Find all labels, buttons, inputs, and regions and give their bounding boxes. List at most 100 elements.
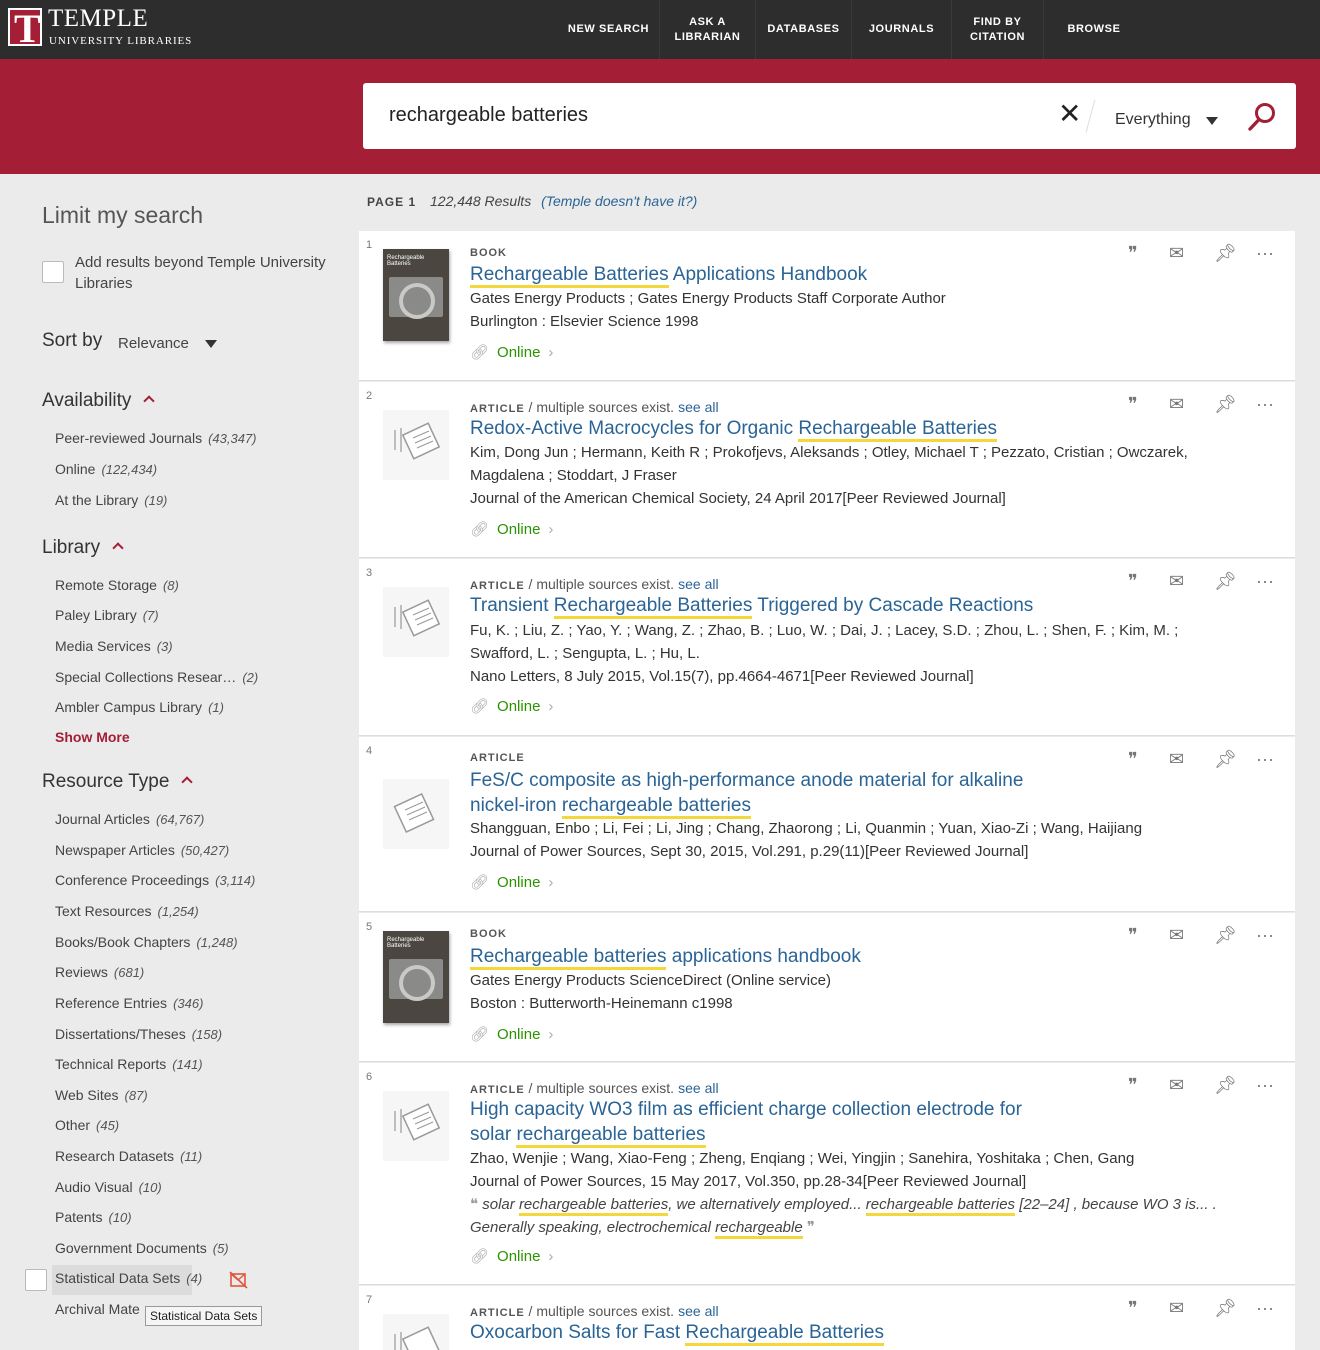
sort-select[interactable]: Relevance [118, 335, 189, 352]
facet-item[interactable]: Patents (10) [55, 1209, 132, 1225]
facet-item[interactable]: Remote Storage (8) [55, 577, 179, 593]
online-link[interactable]: 🔗︎ Online › [470, 343, 553, 361]
facet-item[interactable]: Other (45) [55, 1117, 119, 1133]
envelope-icon[interactable]: ✉ [1169, 243, 1184, 263]
pin-icon[interactable]: 📌︎ [1214, 749, 1237, 769]
facet-item[interactable]: Online (122,434) [55, 461, 157, 477]
nav-ask-a-librarian[interactable]: ASK A LIBRARIAN [660, 0, 756, 59]
see-all-link[interactable]: see all [678, 576, 718, 592]
facet-item[interactable]: At the Library (19) [55, 492, 167, 508]
result-title[interactable]: Transient Rechargeable Batteries Trigger… [470, 593, 1230, 619]
see-all-link[interactable]: see all [678, 1303, 718, 1319]
online-link[interactable]: 🔗︎ Online › [470, 520, 553, 538]
online-link[interactable]: 🔗︎ Online › [470, 697, 553, 715]
facet-item[interactable]: Special Collections Resear… (2) [55, 669, 258, 685]
pin-icon[interactable]: 📌︎ [1214, 1298, 1237, 1318]
online-link[interactable]: 🔗︎ Online › [470, 873, 553, 891]
facet-item[interactable]: Conference Proceedings (3,114) [55, 872, 255, 888]
facet-item[interactable]: Books/Book Chapters (1,248) [55, 934, 238, 950]
online-link[interactable]: 🔗︎ Online › [470, 1247, 553, 1265]
book-cover[interactable]: Rechargeable Batteries [383, 931, 449, 1023]
chevron-up-icon[interactable] [143, 395, 156, 407]
beyond-label[interactable]: Add results beyond Temple University Lib… [75, 252, 345, 294]
quote-icon[interactable]: ❞ [1128, 749, 1138, 769]
nav-databases[interactable]: DATABASES [756, 0, 852, 59]
online-link[interactable]: 🔗︎ Online › [470, 1025, 553, 1043]
more-icon[interactable]: ··· [1256, 925, 1274, 945]
temple-doesnt-have-it-link[interactable]: (Temple doesn't have it?) [541, 193, 697, 209]
result-title[interactable]: High capacity WO3 film as efficient char… [470, 1097, 1030, 1148]
facet-item[interactable]: Reviews (681) [55, 964, 144, 980]
pin-icon[interactable]: 📌︎ [1214, 243, 1237, 263]
facet-item[interactable]: Statistical Data Sets (4) [55, 1270, 202, 1286]
more-icon[interactable]: ··· [1256, 243, 1274, 263]
quote-icon[interactable]: ❞ [1128, 1298, 1138, 1318]
pin-icon[interactable]: 📌︎ [1214, 394, 1237, 414]
article-thumbnail[interactable] [383, 779, 449, 849]
quote-icon[interactable]: ❞ [1128, 925, 1138, 945]
result-title[interactable]: Oxocarbon Salts for Fast Rechargeable Ba… [470, 1320, 1230, 1346]
facet-item[interactable]: Dissertations/Theses (158) [55, 1026, 222, 1042]
facet-item[interactable]: Journal Articles (64,767) [55, 811, 204, 827]
chevron-up-icon[interactable] [181, 776, 194, 788]
pin-icon[interactable]: 📌︎ [1214, 925, 1237, 945]
article-thumbnail[interactable] [383, 1091, 449, 1161]
envelope-icon[interactable]: ✉ [1169, 1075, 1184, 1095]
more-icon[interactable]: ··· [1256, 394, 1274, 414]
book-cover[interactable]: Rechargeable Batteries [383, 249, 449, 341]
facet-item[interactable]: Paley Library (7) [55, 607, 159, 623]
facet-item[interactable]: Archival Mate [55, 1301, 146, 1317]
facet-item[interactable]: Web Sites (87) [55, 1087, 148, 1103]
clear-icon[interactable]: ✕ [1058, 99, 1081, 129]
include-checkbox[interactable] [25, 1269, 47, 1291]
article-thumbnail[interactable] [383, 1314, 449, 1350]
search-icon[interactable] [1246, 101, 1278, 133]
chevron-down-icon[interactable] [205, 340, 217, 348]
result-title[interactable]: Rechargeable Batteries Applications Hand… [470, 262, 1230, 288]
search-input[interactable]: rechargeable batteries [389, 104, 588, 127]
exclude-icon[interactable] [229, 1271, 249, 1289]
result-title[interactable]: FeS/C composite as high-performance anod… [470, 768, 1030, 819]
more-icon[interactable]: ··· [1256, 1075, 1274, 1095]
facet-item[interactable]: Technical Reports (141) [55, 1056, 203, 1072]
facet-item[interactable]: Government Documents (5) [55, 1240, 229, 1256]
envelope-icon[interactable]: ✉ [1169, 394, 1184, 414]
facet-header-resource-type[interactable]: Resource Type [42, 771, 194, 793]
pin-icon[interactable]: 📌︎ [1214, 1075, 1237, 1095]
facet-item[interactable]: Text Resources (1,254) [55, 903, 199, 919]
facet-item[interactable]: Reference Entries (346) [55, 995, 203, 1011]
see-all-link[interactable]: see all [678, 1080, 718, 1096]
chevron-down-icon[interactable] [1206, 117, 1218, 125]
quote-icon[interactable]: ❞ [1128, 571, 1138, 591]
temple-logo[interactable]: T TEMPLE UNIVERSITY LIBRARIES [8, 6, 208, 51]
see-all-link[interactable]: see all [678, 399, 718, 415]
facet-header-library[interactable]: Library [42, 537, 124, 559]
nav-browse[interactable]: BROWSE [1044, 0, 1144, 59]
scope-select[interactable]: Everything [1115, 111, 1191, 129]
envelope-icon[interactable]: ✉ [1169, 925, 1184, 945]
envelope-icon[interactable]: ✉ [1169, 749, 1184, 769]
result-title[interactable]: Redox-Active Macrocycles for Organic Rec… [470, 416, 1230, 442]
envelope-icon[interactable]: ✉ [1169, 571, 1184, 591]
article-thumbnail[interactable] [383, 410, 449, 480]
more-icon[interactable]: ··· [1256, 571, 1274, 591]
beyond-checkbox[interactable] [42, 261, 64, 283]
facet-item[interactable]: Audio Visual (10) [55, 1179, 162, 1195]
quote-icon[interactable]: ❞ [1128, 394, 1138, 414]
result-title[interactable]: Rechargeable batteries applications hand… [470, 944, 1230, 970]
chevron-up-icon[interactable] [112, 542, 124, 554]
facet-item[interactable]: Media Services (3) [55, 638, 173, 654]
show-more-link[interactable]: Show More [55, 729, 130, 745]
facet-item[interactable]: Peer-reviewed Journals (43,347) [55, 430, 257, 446]
nav-new-search[interactable]: NEW SEARCH [558, 0, 660, 59]
more-icon[interactable]: ··· [1256, 1298, 1274, 1318]
nav-journals[interactable]: JOURNALS [852, 0, 952, 59]
quote-icon[interactable]: ❞ [1128, 243, 1138, 263]
more-icon[interactable]: ··· [1256, 749, 1274, 769]
facet-header-availability[interactable]: Availability [42, 390, 156, 412]
facet-item[interactable]: Research Datasets (11) [55, 1148, 202, 1164]
article-thumbnail[interactable] [383, 587, 449, 657]
facet-item[interactable]: Ambler Campus Library (1) [55, 699, 224, 715]
envelope-icon[interactable]: ✉ [1169, 1298, 1184, 1318]
facet-item[interactable]: Newspaper Articles (50,427) [55, 842, 229, 858]
